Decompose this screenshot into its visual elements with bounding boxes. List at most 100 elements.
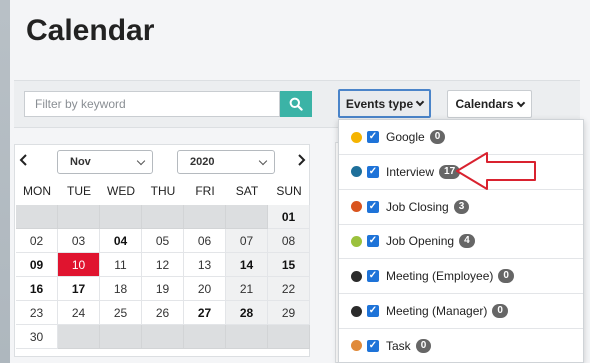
calendar-week-row: 01 <box>16 205 310 229</box>
event-type-label: Meeting (Manager) <box>386 304 488 318</box>
day-cell[interactable]: 20 <box>184 277 226 301</box>
weekday-label: WED <box>107 184 135 198</box>
color-dot-icon <box>351 201 362 213</box>
day-cell[interactable]: 27 <box>184 301 226 325</box>
event-type-checkbox[interactable]: ✓ <box>367 200 379 213</box>
calendar-week-row: 23 24 25 26 27 28 29 <box>16 301 310 325</box>
day-cell[interactable]: 06 <box>184 229 226 253</box>
search-input[interactable] <box>24 91 280 117</box>
event-type-checkbox[interactable]: ✓ <box>367 235 379 248</box>
chevron-down-icon <box>516 98 525 107</box>
chevron-down-icon <box>415 97 425 107</box>
day-cell[interactable]: 29 <box>268 301 310 325</box>
day-cell[interactable]: 11 <box>100 253 142 277</box>
events-type-button[interactable]: Events type <box>338 89 431 118</box>
color-dot-icon <box>351 131 362 143</box>
weekday-label: SUN <box>276 184 302 198</box>
event-type-label: Job Opening <box>386 234 455 249</box>
events-type-label: Events type <box>345 96 414 111</box>
day-cell[interactable]: 26 <box>142 301 184 325</box>
search-icon <box>289 97 303 111</box>
day-grid: 01 02 03 04 05 06 07 08 09 10 11 12 13 14 15 16 17 18 19 20… <box>16 205 310 349</box>
day-cell[interactable]: 09 <box>16 253 58 277</box>
day-cell[interactable]: 07 <box>226 229 268 253</box>
color-dot-icon <box>351 340 362 352</box>
event-count-badge: 3 <box>453 199 470 214</box>
empty-day-cell <box>58 205 100 229</box>
color-dot-icon <box>351 270 362 282</box>
day-cell[interactable]: 04 <box>100 229 142 253</box>
calendar-week-row: 02 03 04 05 06 07 08 <box>16 229 310 253</box>
event-type-label: Meeting (Employee) <box>386 269 494 284</box>
calendars-button[interactable]: Calendars <box>447 90 532 118</box>
empty-day-cell <box>226 205 268 229</box>
day-cell[interactable]: 18 <box>100 277 142 301</box>
day-cell[interactable]: 10 <box>58 253 100 277</box>
event-type-label: Task <box>386 338 411 353</box>
day-cell[interactable]: 17 <box>58 277 100 301</box>
day-cell[interactable]: 15 <box>268 253 310 277</box>
day-cell[interactable]: 05 <box>142 229 184 253</box>
event-type-label: Google <box>386 130 425 144</box>
month-select-value: Nov <box>70 156 91 168</box>
weekday-label: SAT <box>235 184 259 198</box>
weekday-label: THU <box>150 184 176 198</box>
event-type-option[interactable]: ✓ Meeting (Employee) 0 <box>339 259 583 295</box>
search-button[interactable] <box>280 91 312 117</box>
color-dot-icon <box>351 305 362 317</box>
event-type-option[interactable]: ✓ Task 0 <box>339 329 583 363</box>
day-cell[interactable]: 23 <box>16 301 58 325</box>
day-cell[interactable]: 22 <box>268 277 310 301</box>
prev-month-button[interactable] <box>16 152 32 168</box>
day-cell[interactable]: 08 <box>268 229 310 253</box>
event-count-badge: 0 <box>498 269 514 284</box>
year-select-value: 2020 <box>190 156 215 168</box>
event-count-badge: 0 <box>429 130 446 144</box>
calendar-week-row: 30 <box>16 325 310 349</box>
day-cell[interactable]: 25 <box>100 301 142 325</box>
event-type-checkbox[interactable]: ✓ <box>367 131 379 143</box>
day-cell[interactable]: 01 <box>268 205 310 229</box>
event-type-option[interactable]: ✓ Job Opening 4 <box>339 224 583 260</box>
calendar-week-row: 09 10 11 12 13 14 15 <box>16 253 310 277</box>
day-cell[interactable]: 21 <box>226 277 268 301</box>
empty-day-cell <box>142 325 184 349</box>
chevron-down-icon <box>258 156 268 165</box>
event-type-option[interactable]: ✓ Google 0 <box>339 120 583 155</box>
day-cell[interactable]: 24 <box>58 301 100 325</box>
day-cell[interactable]: 28 <box>226 301 268 325</box>
chevron-down-icon <box>136 156 146 165</box>
event-type-label: Interview <box>386 164 435 179</box>
next-month-button[interactable] <box>293 152 309 168</box>
day-cell[interactable]: 16 <box>16 277 58 301</box>
empty-day-cell <box>100 325 142 349</box>
day-cell[interactable]: 30 <box>16 325 58 349</box>
event-type-checkbox[interactable]: ✓ <box>367 165 379 178</box>
event-type-checkbox[interactable]: ✓ <box>367 305 379 317</box>
month-select[interactable]: Nov <box>57 150 153 174</box>
event-type-checkbox[interactable]: ✓ <box>367 339 379 352</box>
color-dot-icon <box>351 235 362 247</box>
event-type-option[interactable]: ✓ Job Closing 3 <box>339 190 583 225</box>
chevron-right-icon <box>298 154 306 166</box>
event-type-label: Job Closing <box>386 199 449 214</box>
empty-day-cell <box>58 325 100 349</box>
day-cell[interactable]: 19 <box>142 277 184 301</box>
event-count-badge: 4 <box>459 234 475 249</box>
year-select[interactable]: 2020 <box>177 150 275 174</box>
event-count-badge: 0 <box>492 304 508 318</box>
weekday-label: TUE <box>67 184 91 198</box>
event-type-checkbox[interactable]: ✓ <box>367 270 379 283</box>
page-title: Calendar <box>26 14 155 47</box>
day-cell[interactable]: 14 <box>226 253 268 277</box>
day-cell[interactable]: 13 <box>184 253 226 277</box>
day-cell[interactable]: 12 <box>142 253 184 277</box>
weekday-label: FRI <box>195 184 215 198</box>
weekday-header: MON TUE WED THU FRI SAT SUN <box>16 184 310 202</box>
day-cell[interactable]: 02 <box>16 229 58 253</box>
day-cell[interactable]: 03 <box>58 229 100 253</box>
empty-day-cell <box>184 205 226 229</box>
event-type-option[interactable]: ✓ Meeting (Manager) 0 <box>339 294 583 329</box>
empty-day-cell <box>226 325 268 349</box>
empty-day-cell <box>268 325 310 349</box>
